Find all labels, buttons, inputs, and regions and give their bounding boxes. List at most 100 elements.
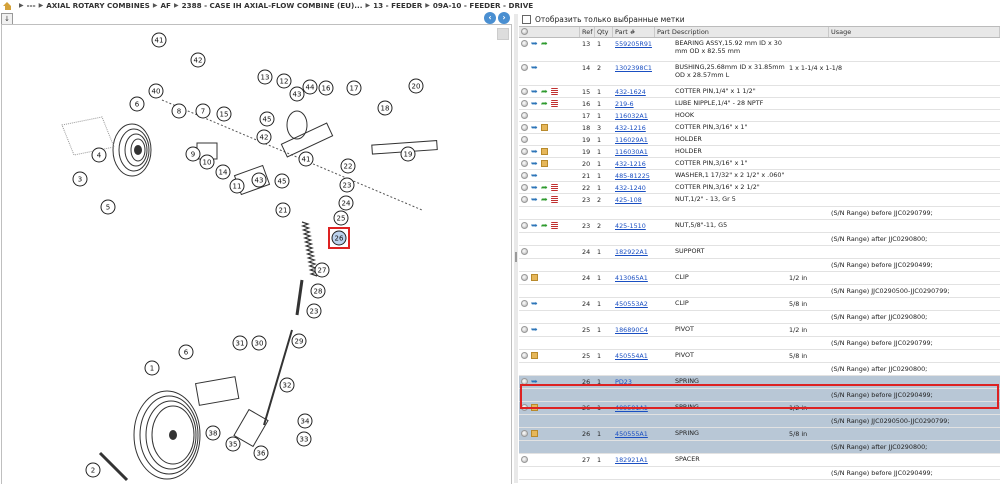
select-circle-icon[interactable] xyxy=(521,148,528,155)
part-number-text[interactable]: 432-1624 xyxy=(615,88,646,96)
select-circle-icon[interactable] xyxy=(521,100,528,107)
part-number-link[interactable]: 116029A1 xyxy=(613,134,673,145)
table-row[interactable]: 26 1 409501A1 SPRING 1/2 in xyxy=(519,402,1000,415)
part-number-link[interactable]: 450555A1 xyxy=(613,428,673,440)
part-number-text[interactable]: 432-1216 xyxy=(615,160,646,168)
table-row[interactable]: ➥ ➦ 15 1 432-1624 COTTER PIN,1/4" x 1 1/2" xyxy=(519,86,1000,98)
part-number-text[interactable]: 450554A1 xyxy=(615,352,648,360)
package-icon[interactable] xyxy=(531,430,538,437)
table-row[interactable]: ➥ ➦ 13 1 559205R91 BEARING ASSY,15.92 mm ID x… xyxy=(519,38,1000,62)
list-icon[interactable] xyxy=(551,222,558,229)
list-icon[interactable] xyxy=(551,184,558,191)
table-row[interactable]: ➥ ➦ 23 2 425-108 NUT,1/2" - 13, Gr 5 xyxy=(519,194,1000,207)
list-icon[interactable] xyxy=(551,196,558,203)
package-icon[interactable] xyxy=(531,404,538,411)
part-number-text[interactable]: 186890C4 xyxy=(615,326,648,334)
part-number-text[interactable]: 219-6 xyxy=(615,100,634,108)
part-number-link[interactable]: 432-1240 xyxy=(613,182,673,193)
home-icon[interactable] xyxy=(3,1,12,10)
part-number-text[interactable]: 425-1510 xyxy=(615,222,646,230)
part-number-text[interactable]: 413065A1 xyxy=(615,274,648,282)
list-icon[interactable] xyxy=(551,100,558,107)
diagram-scroll-handle[interactable] xyxy=(497,28,509,40)
part-number-text[interactable]: PD23 xyxy=(615,378,632,386)
add-to-cart-arrow-icon[interactable]: ➦ xyxy=(541,222,548,230)
part-number-text[interactable]: 116030A1 xyxy=(615,148,648,156)
info-fish-icon[interactable]: ➥ xyxy=(531,326,538,334)
breadcrumb-item-4[interactable]: 13 - FEEDER xyxy=(373,1,422,10)
select-circle-icon[interactable] xyxy=(521,378,528,385)
package-icon[interactable] xyxy=(541,124,548,131)
part-number-text[interactable]: 182921A1 xyxy=(615,456,648,464)
part-number-link[interactable]: 409501A1 xyxy=(613,402,673,414)
info-fish-icon[interactable]: ➥ xyxy=(531,124,538,132)
select-circle-icon[interactable] xyxy=(521,196,528,203)
back-button[interactable]: ‹ xyxy=(484,12,496,24)
part-number-link[interactable]: 413065A1 xyxy=(613,272,673,284)
table-row[interactable]: ➥ ➦ 23 2 425-1510 NUT,5/8"-11, G5 xyxy=(519,220,1000,233)
info-fish-icon[interactable]: ➥ xyxy=(531,222,538,230)
info-fish-icon[interactable]: ➥ xyxy=(531,88,538,96)
breadcrumb-item-0[interactable]: --- xyxy=(27,1,36,10)
add-to-cart-arrow-icon[interactable]: ➦ xyxy=(541,100,548,108)
package-icon[interactable] xyxy=(541,148,548,155)
header-description[interactable]: Part Description xyxy=(655,27,829,37)
header-select-icon[interactable] xyxy=(521,28,528,35)
part-number-link[interactable]: 432-1216 xyxy=(613,158,673,169)
list-icon[interactable] xyxy=(551,88,558,95)
select-circle-icon[interactable] xyxy=(521,430,528,437)
part-number-text[interactable]: 450555A1 xyxy=(615,430,648,438)
table-row[interactable]: ➥ 24 1 450553A2 CLIP 5/8 in xyxy=(519,298,1000,311)
table-row[interactable]: ➥ 25 1 186890C4 PIVOT 1/2 in xyxy=(519,324,1000,337)
show-selected-checkbox[interactable] xyxy=(522,15,531,24)
part-number-text[interactable]: 425-108 xyxy=(615,196,642,204)
table-row[interactable]: ➥ ➦ 16 1 219-6 LUBE NIPPLE,1/4" - 28 NPTF xyxy=(519,98,1000,110)
table-row[interactable]: 26 1 450555A1 SPRING 5/8 in xyxy=(519,428,1000,441)
header-part[interactable]: Part # xyxy=(613,27,655,37)
part-number-link[interactable]: 559205R91 xyxy=(613,38,673,61)
info-fish-icon[interactable]: ➥ xyxy=(531,40,538,48)
part-number-link[interactable]: 425-108 xyxy=(613,194,673,206)
add-to-cart-arrow-icon[interactable]: ➦ xyxy=(541,88,548,96)
table-row[interactable]: 24 1 182922A1 SUPPORT xyxy=(519,246,1000,259)
table-row[interactable]: 25 1 450554A1 PIVOT 5/8 in xyxy=(519,350,1000,363)
select-circle-icon[interactable] xyxy=(521,124,528,131)
select-circle-icon[interactable] xyxy=(521,326,528,333)
select-circle-icon[interactable] xyxy=(521,248,528,255)
part-number-link[interactable]: 450553A2 xyxy=(613,298,673,310)
table-row[interactable]: ➥ 18 3 432-1216 COTTER PIN,3/16" x 1" xyxy=(519,122,1000,134)
select-circle-icon[interactable] xyxy=(521,274,528,281)
package-icon[interactable] xyxy=(531,352,538,359)
part-number-text[interactable]: 116032A1 xyxy=(615,112,648,120)
table-row[interactable]: ➥ 20 1 432-1216 COTTER PIN,3/16" x 1" xyxy=(519,158,1000,170)
table-row[interactable]: ➥ 19 1 116030A1 HOLDER xyxy=(519,146,1000,158)
header-qty[interactable]: Qty xyxy=(595,27,613,37)
select-circle-icon[interactable] xyxy=(521,40,528,47)
package-icon[interactable] xyxy=(541,160,548,167)
table-row[interactable]: 27 1 182921A1 SPACER xyxy=(519,454,1000,467)
table-row[interactable]: 24 1 413065A1 CLIP 1/2 in xyxy=(519,272,1000,285)
breadcrumb-item-5[interactable]: 09A-10 - FEEDER - DRIVE xyxy=(433,1,533,10)
part-number-text[interactable]: 1302398C1 xyxy=(615,64,652,72)
breadcrumb-item-2[interactable]: AF xyxy=(160,1,170,10)
forward-button[interactable]: › xyxy=(498,12,510,24)
part-number-link[interactable]: 1302398C1 xyxy=(613,62,673,85)
table-row[interactable]: ➥ 21 1 485-81225 WASHER,1 17/32" x 2 1/2" x … xyxy=(519,170,1000,182)
table-row[interactable]: ➥ 26 1 PD23 SPRING xyxy=(519,376,1000,389)
part-number-link[interactable]: 186890C4 xyxy=(613,324,673,336)
select-circle-icon[interactable] xyxy=(521,88,528,95)
select-circle-icon[interactable] xyxy=(521,160,528,167)
splitter-grip-icon[interactable] xyxy=(515,252,517,262)
part-number-link[interactable]: 182922A1 xyxy=(613,246,673,258)
part-number-link[interactable]: 116032A1 xyxy=(613,110,673,121)
part-number-text[interactable]: 559205R91 xyxy=(615,40,652,48)
part-number-text[interactable]: 409501A1 xyxy=(615,404,648,412)
info-fish-icon[interactable]: ➥ xyxy=(531,100,538,108)
select-circle-icon[interactable] xyxy=(521,64,528,71)
select-circle-icon[interactable] xyxy=(521,456,528,463)
table-row[interactable]: ➥ ➦ 22 1 432-1240 COTTER PIN,3/16" x 2 1/2" xyxy=(519,182,1000,194)
select-circle-icon[interactable] xyxy=(521,300,528,307)
select-circle-icon[interactable] xyxy=(521,184,528,191)
part-number-text[interactable]: 116029A1 xyxy=(615,136,648,144)
part-number-link[interactable]: 450554A1 xyxy=(613,350,673,362)
